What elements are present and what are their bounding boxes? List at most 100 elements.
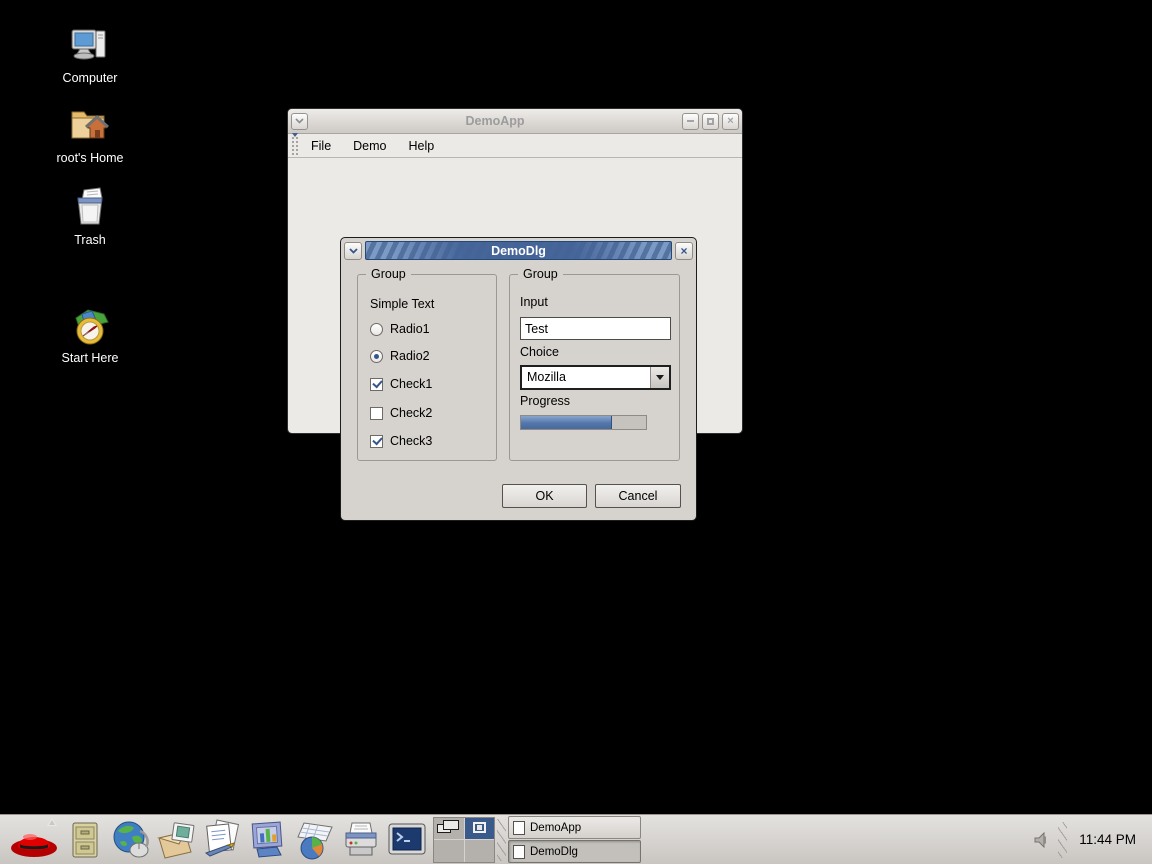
combobox-dropdown-button[interactable] bbox=[650, 367, 669, 388]
check2-label: Check2 bbox=[390, 406, 432, 420]
minimize-button[interactable] bbox=[682, 113, 699, 130]
demodlg-dialog: DemoDlg × Group Simple Text Radio1 Radio… bbox=[340, 237, 697, 521]
window-icon bbox=[513, 821, 525, 835]
desktop-icon-label: Start Here bbox=[44, 351, 136, 365]
taskbar: DemoApp DemoDlg 11:44 PM bbox=[0, 814, 1152, 864]
menu-arrow-icon bbox=[47, 818, 57, 826]
arrow-down-icon bbox=[656, 375, 664, 380]
panel-separator bbox=[497, 819, 506, 861]
choice-combobox[interactable]: Mozilla bbox=[520, 365, 671, 390]
workspace-1[interactable] bbox=[434, 818, 464, 840]
start-here-icon bbox=[44, 304, 136, 346]
spreadsheet-icon bbox=[292, 819, 338, 861]
choice-label: Choice bbox=[520, 345, 559, 359]
check3-box[interactable] bbox=[370, 435, 383, 448]
clock[interactable]: 11:44 PM bbox=[1073, 832, 1146, 847]
progress-label: Progress bbox=[520, 394, 570, 408]
progress-bar bbox=[520, 415, 647, 430]
file-cabinet-icon bbox=[68, 820, 102, 860]
minimize-icon bbox=[687, 120, 694, 122]
checkbox-row[interactable]: Check2 bbox=[370, 406, 432, 420]
desktop-icon-computer[interactable]: Computer bbox=[44, 24, 136, 85]
handle-arrow-icon bbox=[292, 133, 298, 137]
demoapp-window-title: DemoApp bbox=[308, 114, 682, 128]
window-list-label: DemoApp bbox=[530, 822, 581, 834]
web-browser-icon bbox=[110, 819, 152, 861]
maximize-button[interactable] bbox=[702, 113, 719, 130]
workspace-window-thumb bbox=[443, 820, 459, 830]
speaker-icon[interactable] bbox=[1032, 830, 1052, 850]
window-list: DemoApp DemoDlg bbox=[508, 816, 641, 863]
radio1-button[interactable] bbox=[370, 323, 383, 336]
left-groupbox: Group Simple Text Radio1 Radio2 Check1 C… bbox=[357, 274, 497, 461]
menu-file[interactable]: File bbox=[300, 135, 342, 157]
maximize-icon bbox=[707, 118, 714, 125]
computer-icon bbox=[44, 24, 136, 66]
launcher-web-browser[interactable] bbox=[108, 817, 154, 863]
desktop-icon-start-here[interactable]: Start Here bbox=[44, 304, 136, 365]
printer-icon bbox=[338, 819, 384, 861]
radio-row[interactable]: Radio2 bbox=[370, 349, 430, 363]
terminal-icon bbox=[385, 820, 429, 860]
chevron-down-icon bbox=[295, 118, 304, 124]
launcher-word-processor[interactable] bbox=[200, 817, 246, 863]
desktop-icon-label: Computer bbox=[44, 71, 136, 85]
launcher-email[interactable] bbox=[154, 817, 200, 863]
window-icon bbox=[513, 845, 525, 859]
close-button[interactable]: × bbox=[722, 113, 739, 130]
simple-text-label: Simple Text bbox=[370, 297, 434, 311]
menu-help[interactable]: Help bbox=[398, 135, 446, 157]
workspace-4[interactable] bbox=[465, 840, 495, 862]
system-tray: 11:44 PM bbox=[1032, 822, 1146, 858]
window-list-demoapp[interactable]: DemoApp bbox=[508, 816, 641, 839]
radio-row[interactable]: Radio1 bbox=[370, 322, 430, 336]
workspace-2-active[interactable] bbox=[465, 818, 495, 840]
checkbox-row[interactable]: Check1 bbox=[370, 377, 432, 391]
check1-box[interactable] bbox=[370, 378, 383, 391]
input-label: Input bbox=[520, 295, 548, 309]
radio2-label: Radio2 bbox=[390, 349, 430, 363]
demodlg-body: Group Simple Text Radio1 Radio2 Check1 C… bbox=[341, 238, 696, 520]
checkbox-row[interactable]: Check3 bbox=[370, 434, 432, 448]
text-input[interactable] bbox=[520, 317, 671, 340]
window-list-demodlg[interactable]: DemoDlg bbox=[508, 840, 641, 863]
workspace-window-thumb bbox=[473, 822, 486, 833]
launcher-presentation[interactable] bbox=[246, 817, 292, 863]
desktop-icon-label: Trash bbox=[44, 233, 136, 247]
panel-separator bbox=[1058, 822, 1067, 858]
launcher-file-manager[interactable] bbox=[62, 817, 108, 863]
radio1-label: Radio1 bbox=[390, 322, 430, 336]
redhat-icon bbox=[8, 820, 60, 860]
close-icon: × bbox=[727, 115, 733, 127]
radio2-button[interactable] bbox=[370, 350, 383, 363]
home-folder-icon bbox=[44, 104, 136, 146]
progress-fill bbox=[521, 416, 612, 429]
workspace-3[interactable] bbox=[434, 840, 464, 862]
check3-label: Check3 bbox=[390, 434, 432, 448]
cancel-button[interactable]: Cancel bbox=[595, 484, 681, 508]
window-menu-button[interactable] bbox=[291, 113, 308, 130]
desktop-icon-roots-home[interactable]: root's Home bbox=[44, 104, 136, 165]
main-menu-button[interactable] bbox=[6, 817, 62, 863]
launcher-spreadsheet[interactable] bbox=[292, 817, 338, 863]
launcher-printer[interactable] bbox=[338, 817, 384, 863]
desktop-icon-trash[interactable]: Trash bbox=[44, 186, 136, 247]
launcher-terminal[interactable] bbox=[384, 817, 430, 863]
desktop-icon-label: root's Home bbox=[44, 151, 136, 165]
menu-demo[interactable]: Demo bbox=[342, 135, 397, 157]
email-icon bbox=[155, 820, 199, 860]
combobox-value: Mozilla bbox=[522, 367, 650, 388]
window-list-label: DemoDlg bbox=[530, 846, 578, 858]
word-processor-icon bbox=[200, 819, 246, 861]
menubar-drag-handle[interactable] bbox=[291, 136, 300, 156]
right-group-legend: Group bbox=[518, 267, 563, 281]
check1-label: Check1 bbox=[390, 377, 432, 391]
left-group-legend: Group bbox=[366, 267, 411, 281]
demoapp-titlebar[interactable]: DemoApp × bbox=[288, 109, 742, 134]
trash-icon bbox=[44, 186, 136, 228]
ok-button[interactable]: OK bbox=[502, 484, 587, 508]
workspace-switcher[interactable] bbox=[433, 817, 495, 863]
right-groupbox: Group Input Choice Mozilla Progress bbox=[509, 274, 680, 461]
check2-box[interactable] bbox=[370, 407, 383, 420]
presentation-icon bbox=[247, 819, 291, 861]
